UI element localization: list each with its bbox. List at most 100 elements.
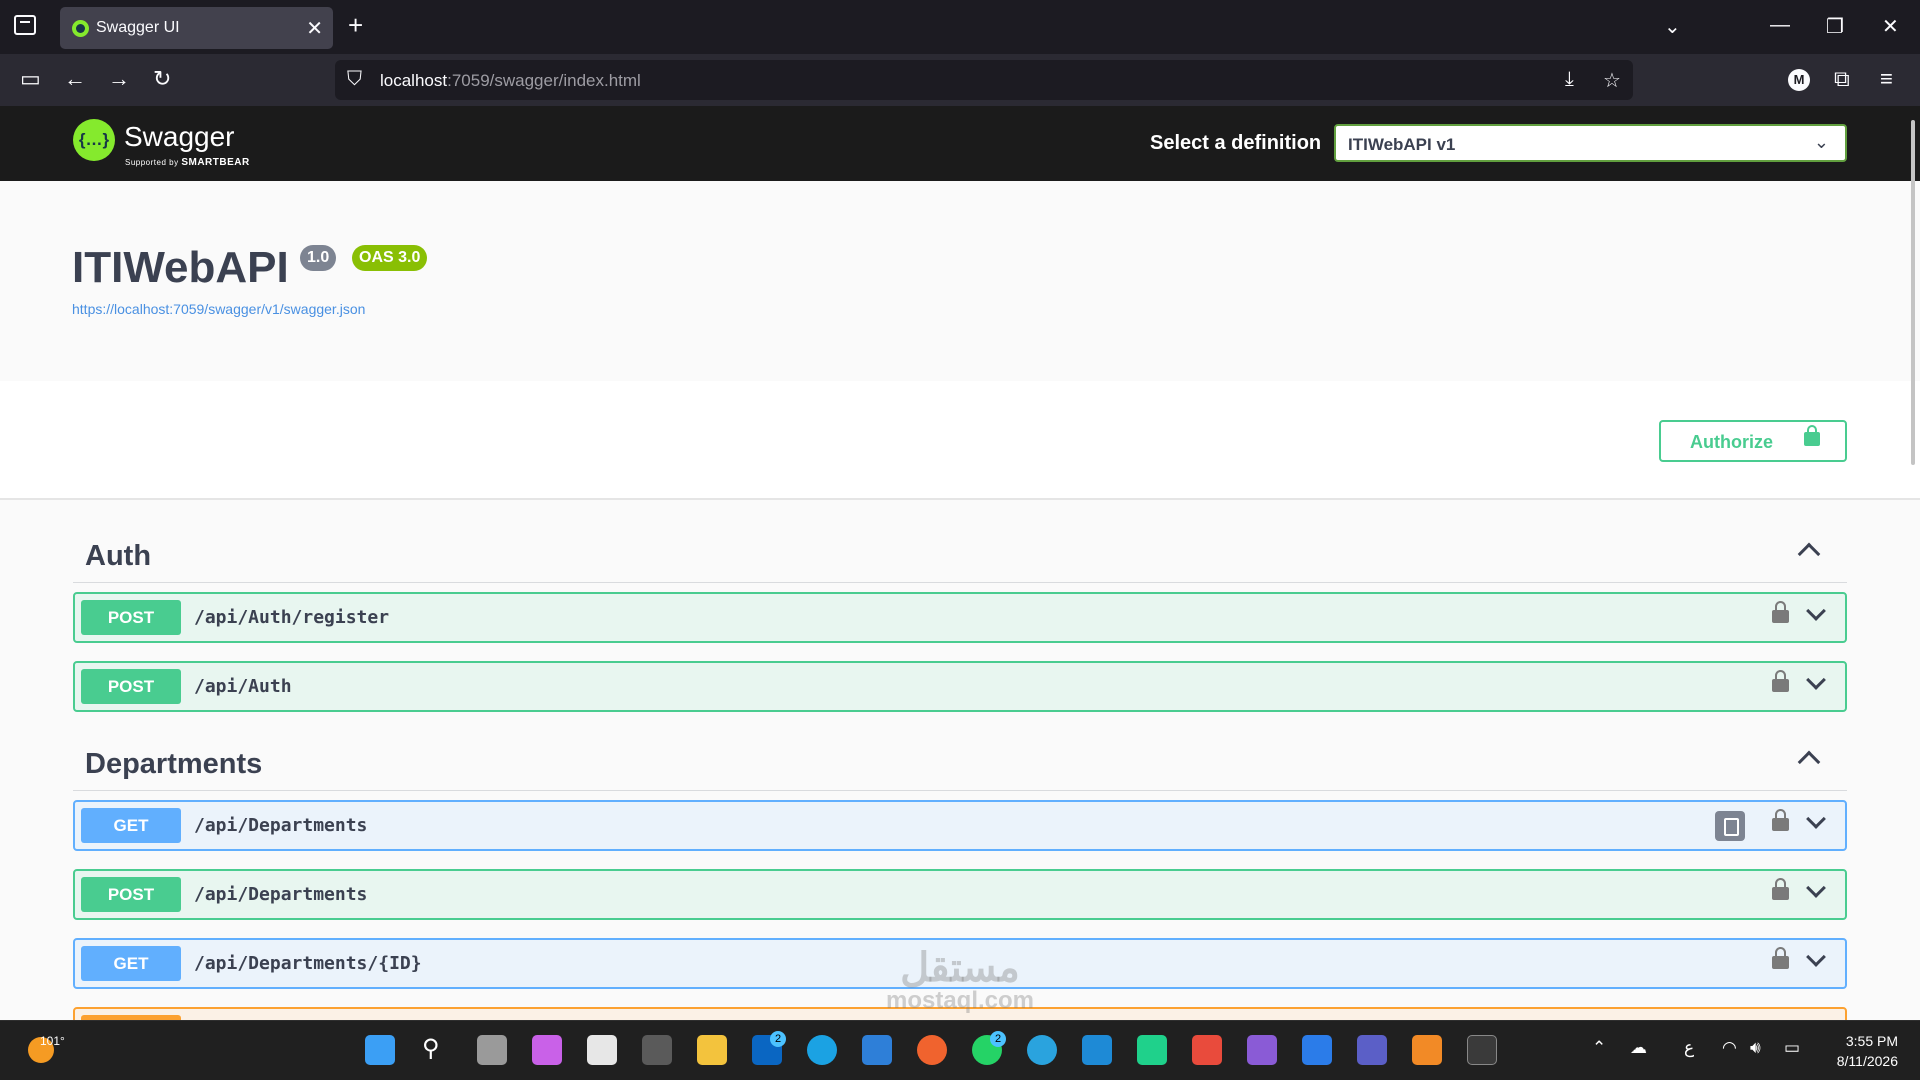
browser-tab[interactable]: Swagger UI ✕ [60, 7, 333, 49]
tab-list-icon[interactable] [14, 15, 36, 35]
tab-overflow-chevron-icon[interactable]: ⌄ [1664, 14, 1681, 39]
method-badge: POST [81, 669, 181, 704]
api-title: ITIWebAPI [72, 243, 289, 292]
method-badge: POST [81, 877, 181, 912]
whatsapp-badge: 2 [990, 1031, 1006, 1047]
file-explorer-icon[interactable] [697, 1035, 727, 1065]
swagger-favicon-icon [72, 20, 89, 37]
operation-row[interactable]: POST /api/Auth [73, 661, 1847, 712]
chevron-up-icon[interactable] [1797, 750, 1821, 774]
operation-path: /api/Departments/{ID} [194, 953, 422, 974]
app-grid-icon[interactable] [1192, 1035, 1222, 1065]
lock-icon[interactable] [1772, 670, 1789, 692]
browser-nav-bar: ▭ ← → ↻ ⛉ localhost:7059/swagger/index.h… [0, 54, 1920, 106]
wifi-icon[interactable]: ◠ [1722, 1038, 1737, 1058]
copy-to-clipboard-icon[interactable] [1715, 811, 1745, 841]
forward-arrow-icon[interactable]: → [108, 66, 130, 92]
download-icon[interactable]: ⤓ [1565, 68, 1574, 91]
lock-icon[interactable] [1772, 878, 1789, 900]
pycharm-icon[interactable] [1137, 1035, 1167, 1065]
tray-overflow-icon[interactable]: ⌃ [1592, 1038, 1606, 1058]
clock-date: 8/11/2026 [1836, 1053, 1898, 1069]
spec-url-link[interactable]: https://localhost:7059/swagger/v1/swagge… [72, 301, 365, 317]
vscode-icon[interactable] [1082, 1035, 1112, 1065]
edge-icon[interactable] [807, 1035, 837, 1065]
close-tab-icon[interactable]: ✕ [306, 16, 323, 41]
page-scrollbar[interactable] [1911, 120, 1915, 465]
azure-data-studio-icon[interactable] [1302, 1035, 1332, 1065]
operation-path: /api/Departments [194, 815, 368, 836]
minimize-icon[interactable]: — [1770, 14, 1790, 37]
telegram-icon[interactable] [1027, 1035, 1057, 1065]
method-badge: GET [81, 946, 181, 981]
extensions-icon[interactable]: ⧉ [1834, 66, 1850, 92]
reload-icon[interactable]: ↻ [153, 66, 171, 92]
back-arrow-icon[interactable]: ← [64, 66, 86, 92]
tab-title: Swagger UI [96, 19, 180, 36]
swagger-logo-icon[interactable]: {…} [73, 119, 115, 161]
method-badge: POST [81, 600, 181, 635]
drawio-icon[interactable] [1412, 1035, 1442, 1065]
chevron-up-icon[interactable] [1797, 542, 1821, 566]
new-tab-icon[interactable]: + [348, 12, 363, 38]
search-icon[interactable]: ⚲ [422, 1034, 440, 1063]
copilot-icon[interactable] [532, 1035, 562, 1065]
firefox-icon[interactable] [917, 1035, 947, 1065]
notepad-icon[interactable] [642, 1035, 672, 1065]
keyboard-language[interactable]: ع [1684, 1038, 1694, 1058]
terminal-icon[interactable] [1467, 1035, 1497, 1065]
swagger-logo-text[interactable]: Swagger [124, 121, 235, 153]
clock[interactable]: 3:55 PM 8/11/2026 [1822, 1031, 1898, 1071]
tag-section-auth[interactable]: Auth [73, 528, 1847, 583]
url-text[interactable]: localhost:7059/swagger/index.html [380, 71, 641, 91]
battery-icon[interactable]: ▭ [1784, 1038, 1800, 1058]
address-bar[interactable]: ⛉ localhost:7059/swagger/index.html ⤓ ☆ [335, 60, 1633, 100]
store-icon[interactable] [587, 1035, 617, 1065]
onedrive-icon[interactable]: ☁ [1630, 1038, 1647, 1058]
restore-icon[interactable]: ❐ [1826, 14, 1844, 39]
chevron-down-icon: ⌄ [1813, 132, 1829, 152]
start-icon[interactable] [365, 1035, 395, 1065]
visual-studio-icon[interactable] [1247, 1035, 1277, 1065]
operation-row[interactable]: GET /api/Departments [73, 800, 1847, 851]
unlocked-icon [1804, 425, 1820, 446]
lock-icon[interactable] [1772, 947, 1789, 969]
browser-tab-bar: Swagger UI ✕ + ⌄ — ❐ ✕ [0, 0, 1920, 54]
teams-icon[interactable] [1357, 1035, 1387, 1065]
lock-icon[interactable] [1772, 809, 1789, 831]
account-avatar[interactable]: M [1788, 69, 1810, 91]
taskbar: 101° ⚲ 2 2 ⌃ ☁ ع ◠ 🔊︎ ▭ 3:55 PM 8/11/202… [0, 1020, 1920, 1080]
definition-label: Select a definition [1150, 132, 1322, 154]
task-view-icon[interactable] [477, 1035, 507, 1065]
volume-icon[interactable]: 🔊︎ [1750, 1038, 1761, 1058]
version-badge: 1.0 [300, 245, 337, 271]
mail-icon[interactable] [862, 1035, 892, 1065]
close-window-icon[interactable]: ✕ [1882, 14, 1899, 39]
operation-row[interactable]: POST /api/Departments [73, 869, 1847, 920]
sidebar-toggle-icon[interactable]: ▭ [20, 66, 41, 92]
authorize-button[interactable]: Authorize [1659, 420, 1847, 462]
chevron-down-icon[interactable] [1806, 601, 1826, 621]
shield-icon[interactable]: ⛉ [347, 68, 362, 91]
clock-time: 3:55 PM [1845, 1033, 1898, 1049]
operation-path: /api/Auth [194, 676, 292, 697]
chevron-down-icon[interactable] [1806, 670, 1826, 690]
chevron-down-icon[interactable] [1806, 947, 1826, 967]
watermark: مستقل mostaql.com [885, 946, 1035, 1014]
operation-path: /api/Departments [194, 884, 368, 905]
definition-select[interactable]: ITIWebAPI v1 ⌄ [1334, 124, 1847, 162]
menu-icon[interactable]: ≡ [1880, 66, 1893, 92]
chevron-down-icon[interactable] [1806, 878, 1826, 898]
lock-icon[interactable] [1772, 601, 1789, 623]
bookmark-star-icon[interactable]: ☆ [1603, 68, 1621, 93]
weather-temp[interactable]: 101° [40, 1034, 65, 1048]
operation-row[interactable]: POST /api/Auth/register [73, 592, 1847, 643]
definition-select-value: ITIWebAPI v1 [1348, 135, 1456, 154]
oas-badge: OAS 3.0 [352, 245, 428, 271]
scheme-container: Authorize [0, 381, 1920, 500]
api-info: ITIWebAPI 1.0 OAS 3.0 https://localhost:… [0, 181, 1920, 381]
tag-title: Auth [85, 540, 152, 572]
chevron-down-icon[interactable] [1806, 809, 1826, 829]
tag-section-departments[interactable]: Departments [73, 736, 1847, 791]
swagger-topbar: {…} Swagger Supported by SMARTBEAR Selec… [0, 106, 1920, 181]
